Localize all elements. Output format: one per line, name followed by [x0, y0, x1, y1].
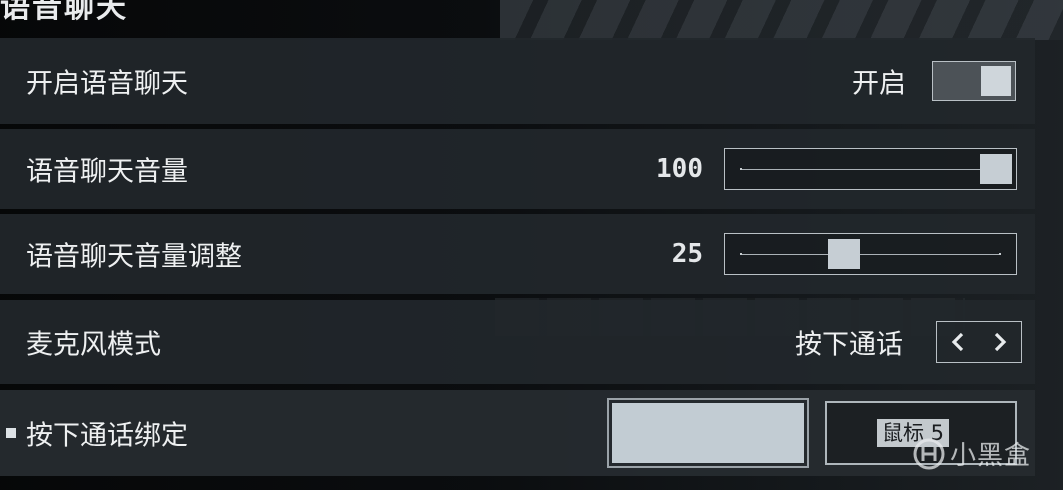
mic-mode-prev-button[interactable] — [937, 322, 979, 362]
mic-mode-value: 按下通话 — [795, 329, 903, 361]
section-title: 语音聊天 — [0, 0, 128, 25]
voice-volume-adjust-slider-handle[interactable] — [828, 239, 860, 269]
ptt-primary-binding-button[interactable] — [607, 398, 809, 468]
mic-mode-label: 麦克风模式 — [26, 329, 161, 361]
voice-volume-adjust-slider-track — [740, 254, 1001, 255]
mic-mode-selector — [936, 321, 1022, 363]
voice-volume-adjust-slider-min-tick — [740, 253, 742, 255]
setting-row-voice-volume-adjust: 语音聊天音量调整 25 — [0, 214, 1035, 294]
watermark-text: 小黑盒 — [949, 441, 1031, 471]
setting-row-voice-chat: 开启语音聊天 开启 — [0, 38, 1035, 124]
voice-volume-label: 语音聊天音量 — [26, 156, 188, 188]
settings-page: 语音聊天 开启语音聊天 开启 语音聊天音量 100 语音聊天音量调整 25 麦克… — [0, 0, 1063, 490]
ptt-primary-binding-fill — [612, 403, 804, 463]
heybox-logo-icon — [913, 438, 945, 469]
setting-row-voice-volume: 语音聊天音量 100 — [0, 129, 1035, 209]
voice-volume-adjust-value: 25 — [671, 239, 703, 269]
selected-row-indicator — [6, 428, 16, 438]
voice-chat-toggle-knob — [981, 66, 1011, 96]
watermark: 小黑盒 — [912, 435, 1031, 472]
setting-row-ptt-binding: 按下通话绑定 鼠标 5 — [0, 390, 1035, 476]
voice-volume-slider[interactable] — [724, 148, 1017, 190]
ptt-binding-label: 按下通话绑定 — [26, 420, 188, 452]
mic-mode-next-button[interactable] — [979, 322, 1021, 362]
setting-row-mic-mode: 麦克风模式 按下通话 — [0, 300, 1035, 384]
voice-volume-slider-handle[interactable] — [980, 154, 1012, 184]
voice-volume-slider-track — [740, 169, 1001, 170]
chevron-right-icon — [994, 332, 1007, 352]
background-window-decoration — [500, 0, 1063, 40]
voice-volume-value: 100 — [656, 154, 703, 184]
voice-chat-label: 开启语音聊天 — [26, 68, 188, 100]
voice-chat-toggle[interactable] — [932, 61, 1016, 101]
chevron-left-icon — [951, 332, 964, 352]
voice-chat-status-text: 开启 — [852, 68, 906, 100]
voice-volume-slider-min-tick — [740, 168, 742, 170]
voice-volume-adjust-label: 语音聊天音量调整 — [26, 241, 242, 273]
voice-volume-adjust-slider[interactable] — [724, 233, 1017, 275]
voice-volume-adjust-slider-max-tick — [999, 253, 1001, 255]
